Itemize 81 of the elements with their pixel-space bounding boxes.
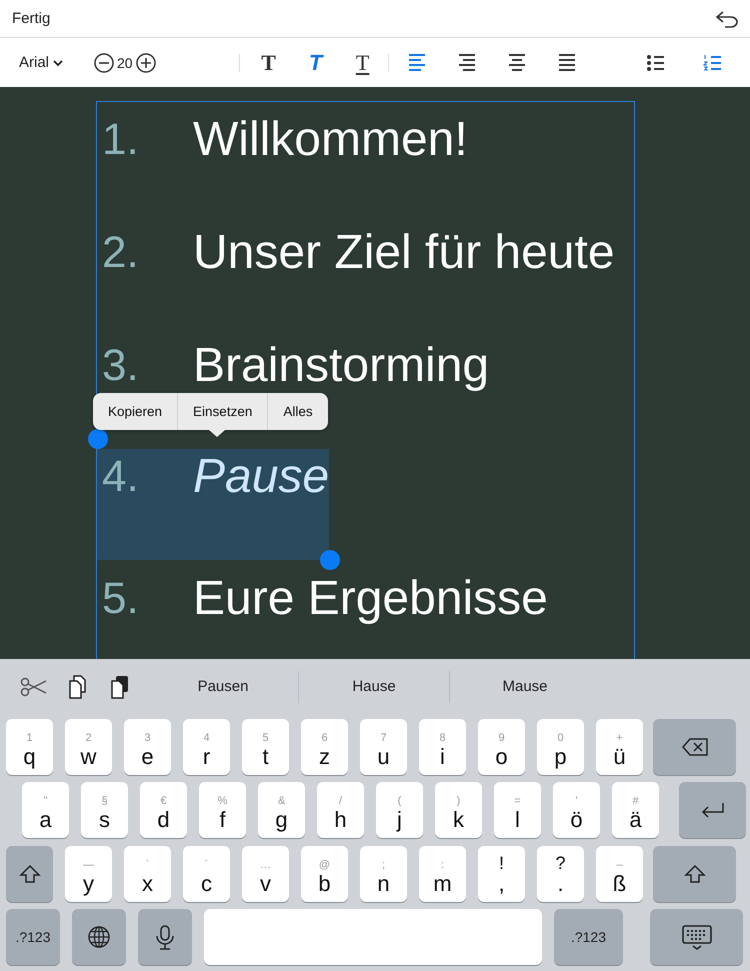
align-left-button[interactable] [406, 53, 428, 72]
key[interactable]: ) k [435, 782, 482, 838]
font-size-value: 20 [117, 54, 133, 70]
menu-item[interactable]: Kopieren [93, 393, 178, 430]
list-number: 4. [102, 451, 140, 503]
key[interactable]: @ b [301, 846, 348, 902]
key[interactable]: 2 w [65, 719, 112, 775]
key[interactable]: 4 r [183, 719, 230, 775]
key[interactable]: 5 t [242, 719, 289, 775]
key[interactable]: % f [199, 782, 246, 838]
bullet-list-button[interactable] [646, 54, 665, 72]
globe-icon [87, 925, 111, 949]
menu-item[interactable]: Alles [267, 393, 328, 430]
key[interactable]: – ß [596, 846, 643, 902]
key[interactable]: ! , [478, 846, 525, 902]
minus-icon[interactable] [94, 52, 114, 72]
key[interactable]: ? . [537, 846, 584, 902]
key[interactable]: 3 e [124, 719, 171, 775]
list-item-text: Willkommen! [193, 112, 468, 168]
list-number: 3. [102, 340, 140, 392]
scissors-icon[interactable] [20, 676, 48, 696]
chevron-down-icon [53, 58, 64, 66]
key[interactable]: ( j [376, 782, 423, 838]
list-item-text: Pause [193, 449, 330, 505]
key[interactable]: — y [65, 846, 112, 902]
key[interactable]: + ü [596, 719, 643, 775]
font-dropdown[interactable]: Arial [19, 54, 64, 71]
bold-button[interactable]: T [258, 50, 280, 76]
numbered-list-button[interactable] [702, 54, 722, 72]
microphone-icon [154, 924, 176, 950]
suggestion[interactable]: Pausen [148, 668, 298, 704]
key[interactable]: # ä [612, 782, 659, 838]
hide-keyboard-key[interactable] [650, 909, 743, 965]
key[interactable]: " a [22, 782, 69, 838]
list-number: 5. [102, 573, 140, 625]
suggestion[interactable]: Hause [299, 668, 449, 704]
globe-key[interactable] [72, 909, 126, 965]
selection-handle[interactable] [320, 550, 340, 570]
key[interactable]: = l [494, 782, 541, 838]
key[interactable]: / h [317, 782, 364, 838]
key[interactable]: 8 i [419, 719, 466, 775]
return-icon [700, 801, 726, 819]
menu-item[interactable]: Einsetzen [177, 393, 268, 430]
return-key[interactable] [679, 782, 746, 838]
list-item-text: Unser Ziel für heute [193, 225, 615, 281]
italic-button[interactable]: T [304, 50, 327, 76]
selection-handle[interactable] [88, 429, 108, 449]
key[interactable]: § s [81, 782, 128, 838]
list-number: 2. [102, 227, 140, 279]
align-right-button[interactable] [456, 53, 478, 72]
shift-key[interactable] [6, 846, 53, 902]
key[interactable]: 0 p [537, 719, 584, 775]
key[interactable]: : m [419, 846, 466, 902]
list-number: 1. [102, 114, 140, 166]
key[interactable]: … v [242, 846, 289, 902]
key[interactable]: € d [140, 782, 187, 838]
key[interactable]: & g [258, 782, 305, 838]
align-justify-button[interactable] [556, 53, 578, 72]
undo-button[interactable] [714, 8, 740, 28]
key[interactable]: ´ c [183, 846, 230, 902]
key[interactable]: 9 o [478, 719, 525, 775]
list-item-text: Brainstorming [193, 338, 490, 394]
key[interactable]: ` x [124, 846, 171, 902]
key[interactable]: ; n [360, 846, 407, 902]
numbers-key[interactable]: .?123 [6, 909, 60, 965]
backspace-icon [682, 737, 708, 757]
plus-icon[interactable] [136, 52, 156, 72]
underline-button[interactable]: T [352, 50, 374, 76]
key[interactable]: 7 u [360, 719, 407, 775]
shift-icon [684, 864, 706, 884]
numbers-key[interactable]: .?123 [554, 909, 623, 965]
backspace-key[interactable] [653, 719, 736, 775]
done-button[interactable]: Fertig [12, 10, 50, 27]
key[interactable]: 1 q [6, 719, 53, 775]
key[interactable]: 6 z [301, 719, 348, 775]
list-item-text: Eure Ergebnisse [193, 571, 548, 627]
align-center-button[interactable] [506, 53, 528, 72]
suggestion[interactable]: Mause [450, 668, 600, 704]
key[interactable]: ’ ö [553, 782, 600, 838]
shift-icon [18, 864, 40, 884]
microphone-key[interactable] [138, 909, 192, 965]
